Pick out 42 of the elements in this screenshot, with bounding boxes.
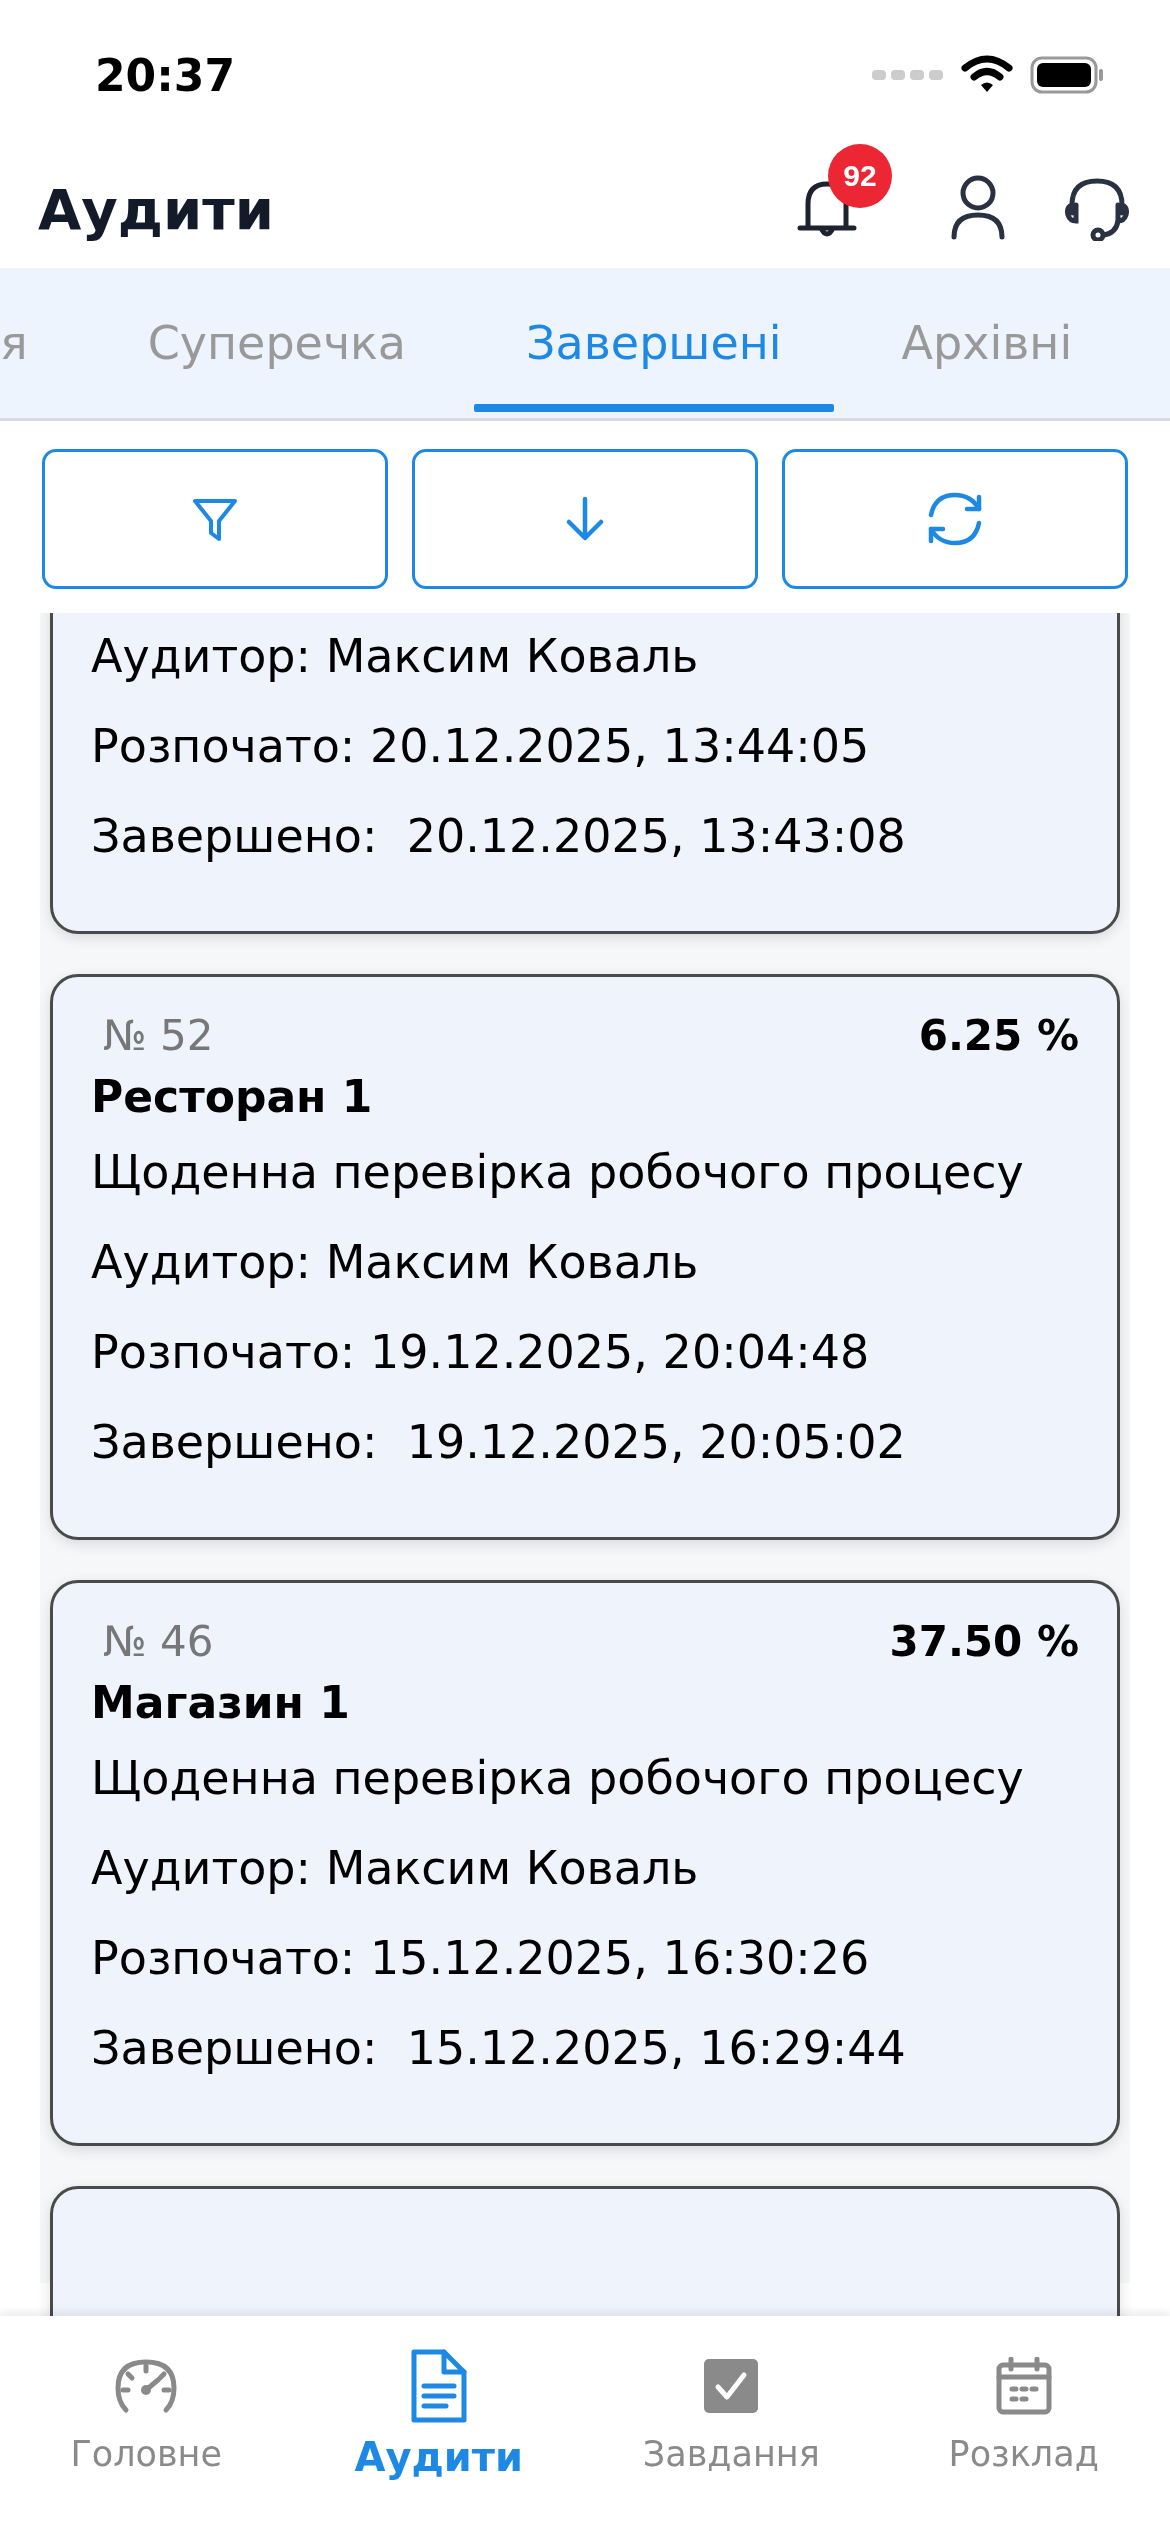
auditor-name: Аудитор: Максим Коваль [91,1840,700,1897]
notification-badge: 92 [828,144,892,208]
document-icon [409,2348,468,2424]
start-time: Розпочато: 15.12.2025, 16:30:26 [91,1930,871,1987]
audit-description: Щоденна перевірка робочого процесу [91,1750,1025,1807]
audit-number: № 46 [102,1616,214,1666]
audit-location: Ресторан 1 [91,1069,374,1124]
finish-time: Завершено: 19.12.2025, 20:05:02 [91,1414,907,1471]
checkbox-icon [704,2359,759,2413]
download-button[interactable] [412,449,758,589]
nav-tab[interactable]: Аудити [292,2316,585,2532]
audit-card[interactable]: № 52 6.25 % Ресторан 1 Щоденна перевірка робочого процесу Аудитор: Максим Коваль Розпочато: 19.12.2025, 20:04:48 Завершено: 19.12.2025, 20:05:02 [50,974,1120,1540]
calendar-icon [995,2357,1052,2415]
person-icon [950,174,1006,241]
audit-score: 37.50 % [889,1616,1079,1666]
filter-button[interactable] [42,449,388,589]
nav-tab[interactable]: Завдання [585,2316,878,2532]
start-time: Розпочато: 19.12.2025, 20:04:48 [91,1324,871,1381]
tab[interactable]: Архівні [841,268,1133,418]
battery-icon [1030,56,1104,94]
signal-icon [872,68,944,82]
refresh-button[interactable] [782,449,1128,589]
status-time: 20:37 [95,49,236,101]
nav-tab[interactable]: Головне [0,2316,293,2532]
tab[interactable]: я [0,268,88,418]
tab[interactable]: Завершені [466,268,842,418]
audit-card[interactable]: № 46 37.50 % Магазин 1 Щоденна перевірка робочого процесу Аудитор: Максим Коваль Розпочато: 15.12.2025, 16:30:26 Завершено: 15.12.2025, 16:29:44 [50,1580,1120,2146]
finish-time: Завершено: 20.12.2025, 13:43:08 [91,808,907,865]
auditor-name: Аудитор: Максим Коваль [91,628,700,685]
audit-card[interactable]: Аудитор: Максим Коваль Розпочато: 20.12.2025, 13:44:05 Завершено: 20.12.2025, 13:43:08 [50,613,1120,934]
audit-location: Магазин 1 [91,1675,351,1730]
audit-card[interactable] [50,2186,1120,2316]
auditor-name: Аудитор: Максим Коваль [91,1234,700,1291]
notifications-button[interactable]: 92 [792,144,892,244]
nav-tab[interactable]: Розклад [877,2316,1170,2532]
tab[interactable]: Суперечка [87,268,467,418]
audit-score: 6.25 % [918,1010,1079,1060]
page-title: Аудити [38,176,274,242]
audit-description: Щоденна перевірка робочого процесу [91,1144,1025,1201]
audit-number: № 52 [102,1010,214,1060]
finish-time: Завершено: 15.12.2025, 16:29:44 [91,2020,907,2077]
start-time: Розпочато: 20.12.2025, 13:44:05 [91,718,871,775]
